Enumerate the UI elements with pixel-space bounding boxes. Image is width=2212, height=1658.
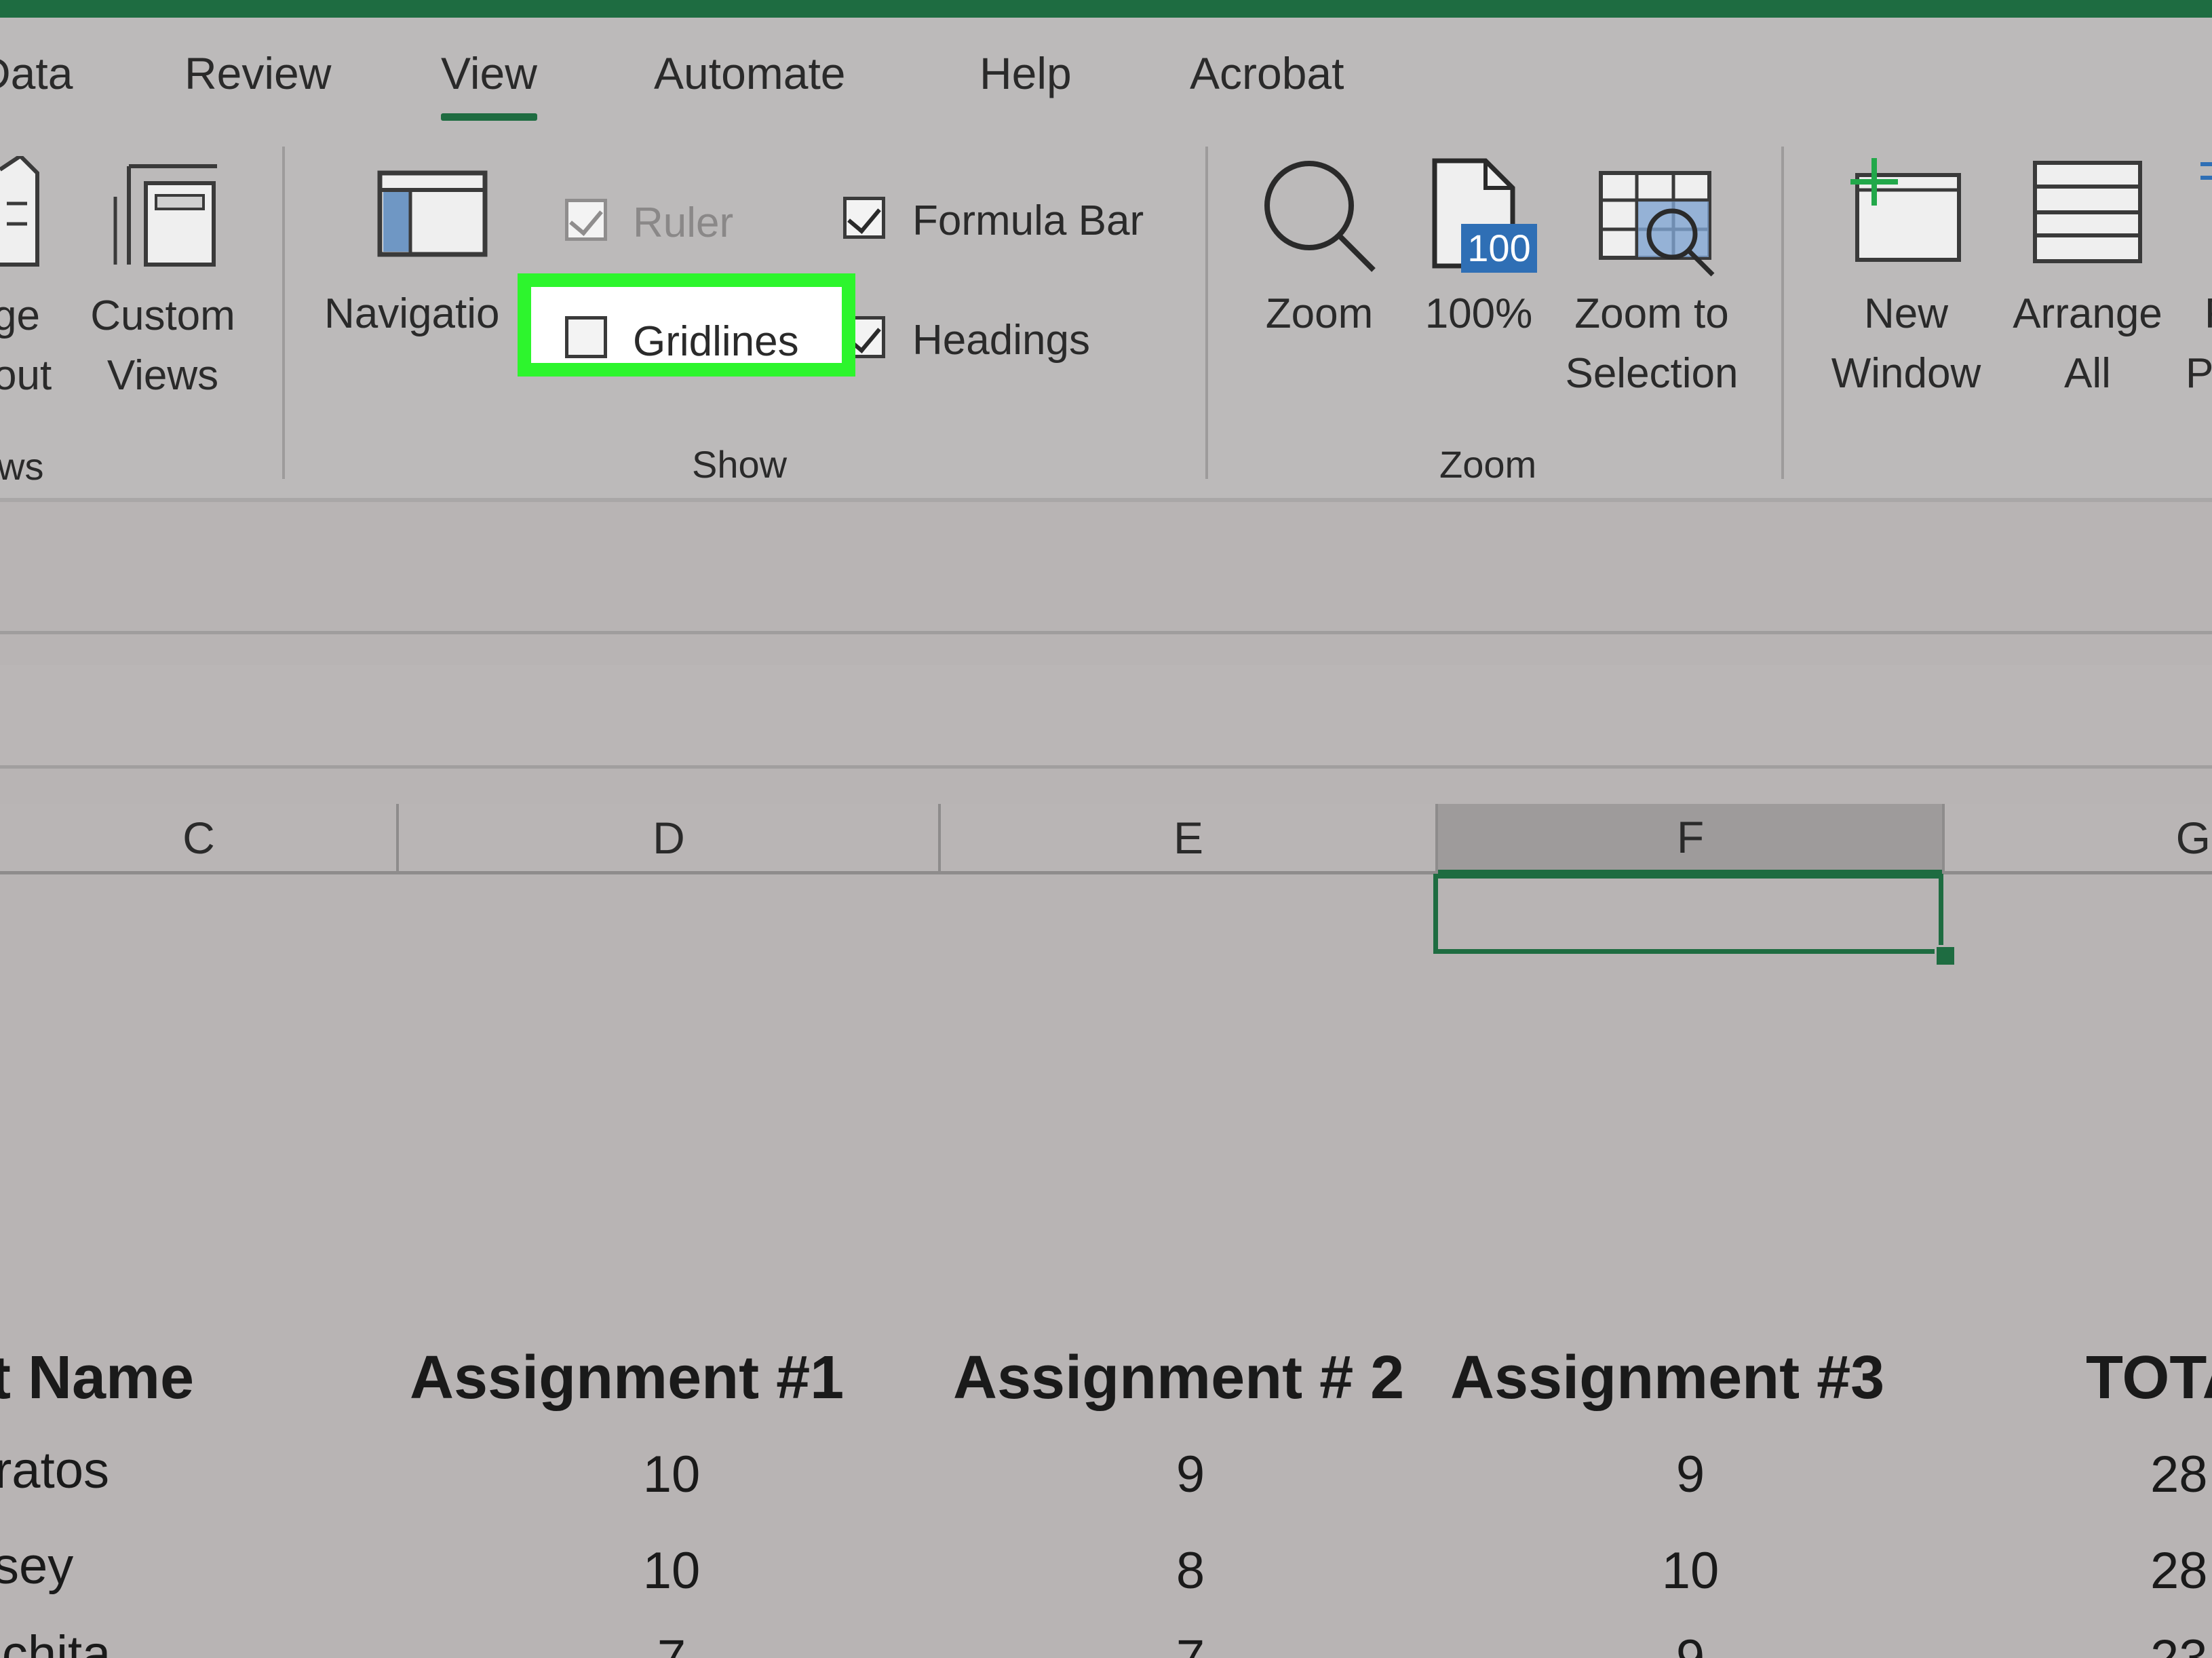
arrange-all-label-2: All	[2064, 350, 2111, 397]
zoom-group-label: Zoom	[1439, 443, 1537, 486]
navigation-button[interactable]	[376, 166, 488, 261]
tab-view[interactable]: View	[441, 47, 537, 121]
header-cell-assignment-3[interactable]: Assignment #3	[1450, 1343, 1884, 1413]
headings-label: Headings	[912, 317, 1090, 364]
check-icon	[847, 199, 881, 234]
zoom-to-selection-label-2: Selection	[1565, 350, 1739, 397]
header-cell-assignment-1[interactable]: Assignment #1	[410, 1343, 844, 1413]
ruler-checkbox[interactable]: Ruler	[565, 199, 741, 253]
formula-bar-label: Formula Bar	[912, 197, 1144, 244]
column-header-c[interactable]: C	[0, 804, 397, 874]
freeze-panes-label-2: P	[2186, 350, 2212, 397]
headings-checkbox[interactable]: Headings	[843, 316, 1114, 370]
cell-assignment-1[interactable]: 7	[570, 1629, 773, 1658]
name-box-strip	[0, 665, 2212, 769]
cell-assignment-2[interactable]: 8	[1089, 1541, 1292, 1600]
tab-acrobat[interactable]: Acrobat	[1190, 47, 1344, 99]
arrange-all-label-1: Arrange	[2013, 290, 2162, 337]
header-cell-total[interactable]: TOTA	[2086, 1343, 2212, 1413]
page-layout-label-2: out	[0, 352, 52, 399]
show-group-label: Show	[692, 443, 788, 486]
cell-assignment-2[interactable]: 7	[1089, 1629, 1292, 1658]
cell-assignment-1[interactable]: 10	[570, 1541, 773, 1600]
page-layout-label-1: ge	[0, 292, 40, 339]
cell-assignment-3[interactable]: 10	[1589, 1541, 1792, 1600]
cell-total[interactable]: 28	[2150, 1541, 2212, 1600]
check-icon	[569, 201, 603, 236]
new-window-label-1: New	[1863, 290, 1949, 337]
tab-automate[interactable]: Automate	[654, 47, 846, 99]
new-window-label-2: Window	[1831, 350, 1981, 397]
freeze-panes-icon	[2200, 162, 2212, 180]
group-separator	[1781, 147, 1784, 479]
gridlines-label: Gridlines	[633, 318, 799, 365]
column-header-d[interactable]: D	[399, 804, 939, 874]
navigation-pane-icon	[377, 170, 488, 257]
zoom-100-button[interactable]: 100	[1431, 157, 1540, 279]
cell-total[interactable]: 28	[2150, 1445, 2212, 1504]
active-tab-indicator	[441, 113, 537, 121]
tab-data[interactable]: Data	[0, 47, 73, 99]
partial-row: ichita 7 7 9 23	[0, 1625, 2212, 1658]
ruler-checkbox-box	[565, 199, 607, 241]
arrange-all-button[interactable]	[2032, 159, 2143, 268]
zoom-label: Zoom	[1265, 290, 1374, 337]
cell-name[interactable]: sey	[0, 1537, 73, 1596]
formula-bar-checkbox[interactable]: Formula Bar	[843, 197, 1169, 251]
page-layout-icon	[0, 156, 39, 267]
header-cell-assignment-2[interactable]: Assignment # 2	[953, 1343, 1404, 1413]
cell-total[interactable]: 23	[2150, 1629, 2212, 1658]
magnifier-icon	[1264, 161, 1376, 272]
selected-cell[interactable]	[1433, 874, 1943, 954]
zoom-to-selection-button[interactable]	[1597, 170, 1726, 285]
title-bar-edge	[0, 0, 2212, 18]
cell-assignment-2[interactable]: 9	[1089, 1445, 1292, 1504]
custom-views-icon	[113, 164, 217, 267]
zoom-to-selection-label-1: Zoom to	[1574, 290, 1729, 337]
tab-review[interactable]: Review	[185, 47, 331, 99]
header-cell-name[interactable]: t Name	[0, 1343, 194, 1413]
navigation-label: Navigatio	[324, 290, 500, 337]
cell-assignment-1[interactable]: 10	[570, 1445, 773, 1504]
freeze-panes-label-1: F	[2205, 290, 2212, 338]
gridlines-checkbox[interactable]: Gridlines	[565, 316, 816, 370]
cell-assignment-3[interactable]: 9	[1589, 1445, 1792, 1504]
group-separator	[1205, 147, 1208, 479]
freeze-panes-button[interactable]	[2192, 157, 2212, 266]
custom-views-button[interactable]	[109, 156, 224, 271]
custom-views-label-1: Custom	[90, 292, 235, 339]
zoom-100-label: 100%	[1424, 290, 1533, 337]
cell-name[interactable]: ichita	[0, 1625, 111, 1658]
cell-assignment-3[interactable]: 9	[1589, 1629, 1792, 1658]
zoom-100-badge: 100	[1461, 224, 1537, 273]
new-window-button[interactable]	[1844, 155, 1966, 263]
formula-bar-area	[0, 502, 2212, 634]
formula-bar-checkbox-box	[843, 197, 885, 239]
page-layout-button[interactable]	[0, 156, 68, 278]
zoom-button[interactable]	[1258, 155, 1380, 277]
new-window-icon	[1850, 158, 1961, 262]
column-header-e[interactable]: E	[941, 804, 1436, 874]
tab-help[interactable]: Help	[979, 47, 1072, 99]
zoom-to-selection-icon	[1599, 171, 1715, 277]
column-header-g[interactable]: G	[1945, 804, 2212, 874]
fill-handle[interactable]	[1935, 945, 1956, 967]
workbook-views-group-label: ws	[0, 445, 44, 488]
arrange-all-icon	[2033, 161, 2142, 263]
custom-views-label-2: Views	[106, 352, 219, 399]
group-separator	[282, 147, 285, 479]
ruler-label: Ruler	[633, 199, 734, 246]
gridlines-checkbox-box	[565, 316, 607, 358]
column-header-f[interactable]: F	[1438, 804, 1943, 874]
cell-name[interactable]: ratos	[0, 1441, 109, 1500]
